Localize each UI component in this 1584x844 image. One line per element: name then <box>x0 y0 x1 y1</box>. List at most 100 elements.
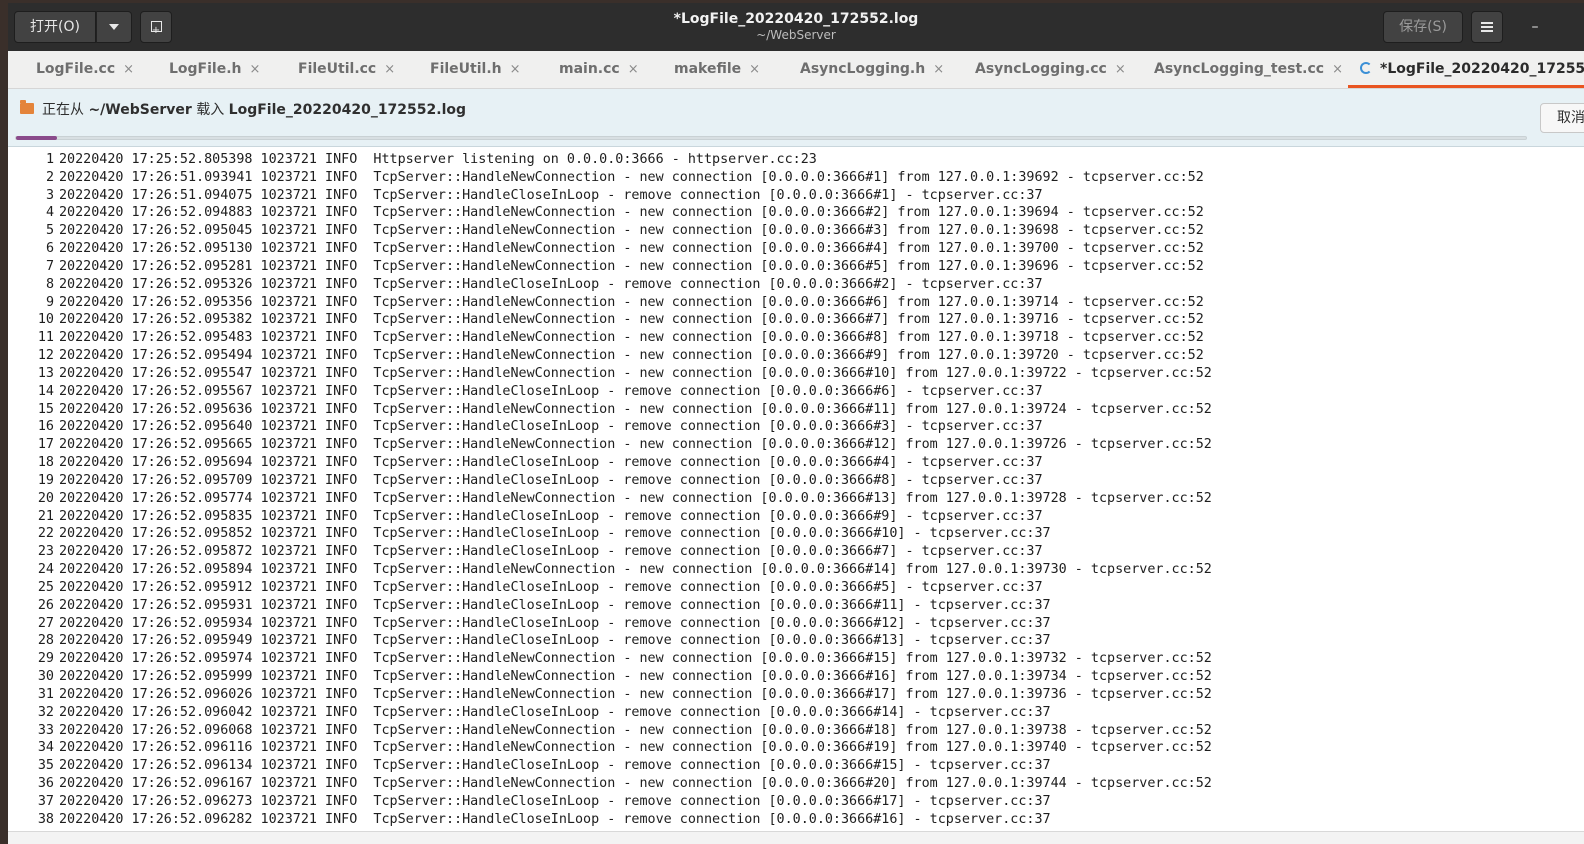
text-line[interactable]: 14 20220420 17:26:52.095567 1023721 INFO … <box>8 383 1584 401</box>
tab-main-cc[interactable]: main.cc × <box>559 51 639 88</box>
text-line[interactable]: 25 20220420 17:26:52.095912 1023721 INFO … <box>8 579 1584 597</box>
text-line[interactable]: 16 20220420 17:26:52.095640 1023721 INFO … <box>8 418 1584 436</box>
tab-fileutil-h[interactable]: FileUtil.h × <box>430 51 521 88</box>
line-number: 13 <box>37 365 54 381</box>
text-line[interactable]: 33 20220420 17:26:52.096068 1023721 INFO … <box>8 722 1584 740</box>
text-line[interactable]: 12 20220420 17:26:52.095494 1023721 INFO … <box>8 347 1584 365</box>
text-line[interactable]: 18 20220420 17:26:52.095694 1023721 INFO … <box>8 454 1584 472</box>
tab-fileutil-cc[interactable]: FileUtil.cc × <box>298 51 395 88</box>
loading-path: ~/WebServer <box>88 102 192 118</box>
save-button[interactable]: 保存(S) <box>1383 11 1463 43</box>
main-menu-button[interactable] <box>1471 11 1503 43</box>
text-line[interactable]: 23 20220420 17:26:52.095872 1023721 INFO … <box>8 543 1584 561</box>
tab-logfile-cc[interactable]: LogFile.cc × <box>36 51 134 88</box>
close-icon[interactable]: × <box>628 62 639 77</box>
header-bar: 打开(O) *LogFile_20220420_172552.log ~/Web… <box>8 3 1584 51</box>
text-line[interactable]: 30 20220420 17:26:52.095999 1023721 INFO … <box>8 668 1584 686</box>
text-line[interactable]: 20 20220420 17:26:52.095774 1023721 INFO … <box>8 490 1584 508</box>
text-line[interactable]: 27 20220420 17:26:52.095934 1023721 INFO … <box>8 615 1584 633</box>
text-view[interactable]: 1 20220420 17:25:52.805398 1023721 INFO H… <box>8 151 1584 831</box>
line-number: 11 <box>37 330 54 346</box>
text-line[interactable]: 4 20220420 17:26:52.094883 1023721 INFO T… <box>8 204 1584 222</box>
text-line[interactable]: 13 20220420 17:26:52.095547 1023721 INFO … <box>8 365 1584 383</box>
close-icon[interactable]: × <box>749 62 760 77</box>
line-text: 20220420 17:26:52.095281 1023721 INFO Tc… <box>59 258 1204 274</box>
tab-label: *LogFile_20220420_172552. <box>1380 61 1584 77</box>
text-line[interactable]: 36 20220420 17:26:52.096167 1023721 INFO … <box>8 775 1584 793</box>
text-line[interactable]: 6 20220420 17:26:52.095130 1023721 INFO T… <box>8 240 1584 258</box>
text-line[interactable]: 37 20220420 17:26:52.096273 1023721 INFO … <box>8 793 1584 811</box>
document-title: *LogFile_20220420_172552.log <box>673 11 919 27</box>
text-line[interactable]: 21 20220420 17:26:52.095835 1023721 INFO … <box>8 508 1584 526</box>
text-line[interactable]: 8 20220420 17:26:52.095326 1023721 INFO T… <box>8 276 1584 294</box>
line-number: 19 <box>37 472 54 488</box>
tab-logfile-h[interactable]: LogFile.h × <box>169 51 260 88</box>
text-line[interactable]: 2 20220420 17:26:51.093941 1023721 INFO T… <box>8 169 1584 187</box>
tab-label: main.cc <box>559 61 620 77</box>
tab-asynclogging-h[interactable]: AsyncLogging.h × <box>800 51 944 88</box>
line-text: 20220420 17:25:52.805398 1023721 INFO Ht… <box>59 152 817 167</box>
loading-message: 正在从 ~/WebServer 载入 LogFile_20220420_1725… <box>20 99 466 119</box>
text-line[interactable]: 38 20220420 17:26:52.096282 1023721 INFO … <box>8 811 1584 829</box>
line-number: 8 <box>45 276 54 292</box>
line-text: 20220420 17:26:52.095835 1023721 INFO Tc… <box>59 508 1043 524</box>
loading-info-bar: 正在从 ~/WebServer 载入 LogFile_20220420_1725… <box>8 89 1584 147</box>
text-line[interactable]: 26 20220420 17:26:52.095931 1023721 INFO … <box>8 597 1584 615</box>
text-line[interactable]: 22 20220420 17:26:52.095852 1023721 INFO … <box>8 525 1584 543</box>
line-number: 7 <box>45 258 54 274</box>
text-line[interactable]: 3 20220420 17:26:51.094075 1023721 INFO T… <box>8 187 1584 205</box>
status-bar-edge <box>8 831 1584 844</box>
line-text: 20220420 17:26:52.095356 1023721 INFO Tc… <box>59 294 1204 310</box>
line-text: 20220420 17:26:52.095045 1023721 INFO Tc… <box>59 223 1204 239</box>
text-line[interactable]: 9 20220420 17:26:52.095356 1023721 INFO T… <box>8 294 1584 312</box>
text-line[interactable]: 17 20220420 17:26:52.095665 1023721 INFO … <box>8 436 1584 454</box>
text-line[interactable]: 1 20220420 17:25:52.805398 1023721 INFO H… <box>8 151 1584 169</box>
cancel-button[interactable]: 取消 <box>1540 103 1584 133</box>
loading-filename: LogFile_20220420_172552.log <box>228 102 467 118</box>
loading-prefix: 正在从 <box>42 102 84 118</box>
line-text: 20220420 17:26:52.095130 1023721 INFO Tc… <box>59 241 1204 257</box>
close-icon[interactable]: × <box>510 62 521 77</box>
line-number: 38 <box>37 811 54 827</box>
line-text: 20220420 17:26:52.095494 1023721 INFO Tc… <box>59 348 1204 364</box>
tab-label: AsyncLogging.h <box>800 61 926 77</box>
tab-asynclogging-test-cc[interactable]: AsyncLogging_test.cc × <box>1154 51 1343 88</box>
text-line[interactable]: 34 20220420 17:26:52.096116 1023721 INFO … <box>8 739 1584 757</box>
loading-progress-bar <box>15 136 1527 140</box>
line-text: 20220420 17:26:52.096068 1023721 INFO Tc… <box>59 722 1212 738</box>
text-line[interactable]: 10 20220420 17:26:52.095382 1023721 INFO … <box>8 311 1584 329</box>
close-icon[interactable]: × <box>933 62 944 77</box>
text-line[interactable]: 35 20220420 17:26:52.096134 1023721 INFO … <box>8 757 1584 775</box>
tab-asynclogging-cc[interactable]: AsyncLogging.cc × <box>975 51 1126 88</box>
close-icon[interactable]: × <box>384 62 395 77</box>
line-number: 36 <box>37 775 54 791</box>
text-line[interactable]: 19 20220420 17:26:52.095709 1023721 INFO … <box>8 472 1584 490</box>
minimize-button[interactable]: – <box>1523 11 1547 43</box>
text-line[interactable]: 7 20220420 17:26:52.095281 1023721 INFO T… <box>8 258 1584 276</box>
tab-makefile[interactable]: makefile × <box>674 51 760 88</box>
close-icon[interactable]: × <box>123 62 134 77</box>
text-line[interactable]: 28 20220420 17:26:52.095949 1023721 INFO … <box>8 632 1584 650</box>
text-line[interactable]: 32 20220420 17:26:52.096042 1023721 INFO … <box>8 704 1584 722</box>
line-text: 20220420 17:26:52.095931 1023721 INFO Tc… <box>59 597 1051 613</box>
close-icon[interactable]: × <box>250 62 261 77</box>
line-text: 20220420 17:26:51.094075 1023721 INFO Tc… <box>59 187 1043 203</box>
text-line[interactable]: 29 20220420 17:26:52.095974 1023721 INFO … <box>8 650 1584 668</box>
window-title: *LogFile_20220420_172552.log ~/WebServer <box>8 10 1584 43</box>
text-line[interactable]: 5 20220420 17:26:52.095045 1023721 INFO T… <box>8 222 1584 240</box>
line-number: 26 <box>37 597 54 613</box>
line-number: 20 <box>37 490 54 506</box>
text-line[interactable]: 15 20220420 17:26:52.095636 1023721 INFO … <box>8 401 1584 419</box>
line-number: 21 <box>37 508 54 524</box>
line-text: 20220420 17:26:52.096042 1023721 INFO Tc… <box>59 704 1051 720</box>
line-text: 20220420 17:26:52.095872 1023721 INFO Tc… <box>59 544 1043 560</box>
close-icon[interactable]: × <box>1115 62 1126 77</box>
tab-logfile-log-active[interactable]: *LogFile_20220420_172552. <box>1348 51 1584 88</box>
text-line[interactable]: 24 20220420 17:26:52.095894 1023721 INFO … <box>8 561 1584 579</box>
loading-spinner-icon <box>1360 62 1372 74</box>
line-text: 20220420 17:26:52.095912 1023721 INFO Tc… <box>59 579 1043 595</box>
text-line[interactable]: 31 20220420 17:26:52.096026 1023721 INFO … <box>8 686 1584 704</box>
close-icon[interactable]: × <box>1332 62 1343 77</box>
line-text: 20220420 17:26:52.096167 1023721 INFO Tc… <box>59 775 1212 791</box>
text-line[interactable]: 11 20220420 17:26:52.095483 1023721 INFO … <box>8 329 1584 347</box>
